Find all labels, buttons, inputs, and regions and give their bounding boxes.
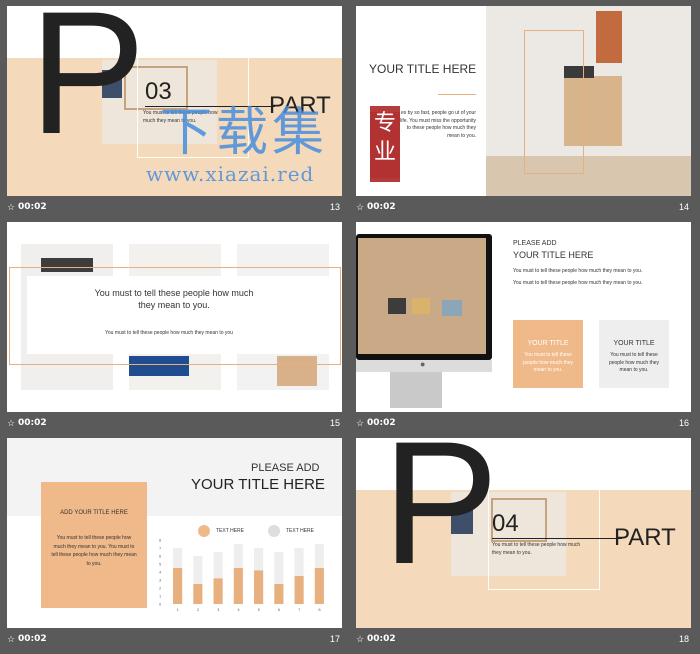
section-number: 04 — [492, 510, 519, 537]
y-tick-label: 2 — [159, 586, 162, 591]
star-icon: ☆ — [356, 634, 365, 644]
slide-18: P 04 PART You must to tell these people … — [356, 438, 691, 628]
y-tick-label: 1 — [159, 594, 162, 599]
slide-title: YOUR TITLE HERE — [369, 62, 477, 76]
slide-line-2: You must to tell these people how much t… — [513, 280, 643, 286]
part-label: PART — [614, 524, 676, 551]
slide-body: es by so fast, people go ut of your life… — [400, 110, 476, 139]
box2-body: You must to tell these people how much t… — [608, 352, 660, 373]
slide-line-1: You must to tell these people how much t… — [513, 268, 643, 274]
x-tick-label: 4 — [237, 607, 240, 612]
slide-number: 15 — [329, 418, 340, 428]
x-tick-label: 5 — [258, 607, 261, 612]
bar-value — [274, 584, 284, 604]
section-body: You must to tell these people how much t… — [492, 542, 581, 556]
y-tick-label: 8 — [159, 538, 162, 543]
slide-body: You must to tell these people how much t… — [105, 330, 233, 336]
x-tick-label: 6 — [278, 607, 281, 612]
slide-thumb-17[interactable]: PLEASE ADD YOUR TITLE HERE ADD YOUR TITL… — [7, 438, 342, 654]
slide-timing: 00:02 — [367, 634, 396, 644]
slide-number: 17 — [329, 634, 340, 644]
bar-chart: 0 1 2 3 4 5 6 7 8 1 2 3 4 5 6 7 8 — [159, 538, 324, 612]
star-icon: ☆ — [7, 634, 16, 644]
legend-label-1: TEXT HERE — [216, 528, 244, 534]
box1-title: YOUR TITLE — [527, 340, 569, 347]
slide-thumb-18[interactable]: P 04 PART You must to tell these people … — [356, 438, 691, 654]
slide-number: 18 — [678, 634, 689, 644]
y-tick-label: 4 — [159, 570, 162, 575]
slide-number: 16 — [678, 418, 689, 428]
watermark-seal-text: 专业 — [373, 111, 396, 165]
slide-16: ● PLEASE ADD YOUR TITLE HERE You must to… — [356, 222, 691, 412]
slide-kicker: PLEASE ADD — [251, 462, 320, 474]
slide-thumb-16[interactable]: ● PLEASE ADD YOUR TITLE HERE You must to… — [356, 222, 691, 438]
big-letter: P — [382, 438, 499, 601]
slide-footer: ☆ 00:02 16 — [356, 415, 691, 433]
star-icon: ☆ — [7, 418, 16, 428]
legend-dot-2 — [268, 525, 280, 537]
slide-thumb-14[interactable]: YOUR TITLE HERE es by so fast, people go… — [356, 6, 691, 222]
card-title: ADD YOUR TITLE HERE — [60, 510, 128, 516]
bar-value — [173, 568, 183, 604]
slide-kicker: PLEASE ADD — [513, 240, 557, 247]
slide-timing: 00:02 — [18, 418, 47, 428]
y-tick-label: 7 — [159, 546, 162, 551]
x-tick-label: 7 — [298, 607, 301, 612]
box1-body: You must to tell these people how much t… — [522, 352, 574, 373]
divider-line — [492, 538, 622, 539]
y-tick-label: 5 — [159, 562, 162, 567]
slide-footer: ☆ 00:02 17 — [7, 631, 342, 649]
slide-17: PLEASE ADD YOUR TITLE HERE ADD YOUR TITL… — [7, 438, 342, 628]
bar-value — [193, 584, 203, 604]
slide-footer: ☆ 00:02 14 — [356, 199, 691, 217]
x-tick-label: 3 — [217, 607, 220, 612]
title-underline — [438, 94, 476, 95]
bar-value — [314, 568, 324, 604]
x-tick-label: 2 — [197, 607, 200, 612]
bar-value — [294, 576, 304, 604]
y-tick-label: 0 — [159, 602, 162, 607]
slide-headline: You must to tell these people how much t… — [94, 288, 254, 310]
x-tick-label: 8 — [318, 607, 321, 612]
y-tick-label: 3 — [159, 578, 162, 583]
slide-timing: 00:02 — [18, 202, 47, 212]
slide-thumb-15[interactable]: You must to tell these people how much t… — [7, 222, 342, 438]
slide-footer: ☆ 00:02 18 — [356, 631, 691, 649]
card-body: You must to tell these people how much t… — [51, 535, 137, 567]
slide-footer: ☆ 00:02 13 — [7, 199, 342, 217]
slide-title: YOUR TITLE HERE — [513, 250, 594, 260]
star-icon: ☆ — [356, 418, 365, 428]
legend-label-2: TEXT HERE — [286, 528, 314, 534]
star-icon: ☆ — [7, 202, 16, 212]
slide-timing: 00:02 — [367, 202, 396, 212]
star-icon: ☆ — [356, 202, 365, 212]
slide-footer: ☆ 00:02 15 — [7, 415, 342, 433]
slide-title: YOUR TITLE HERE — [191, 476, 325, 493]
bar-value — [213, 578, 223, 604]
x-tick-label: 1 — [177, 607, 180, 612]
big-letter: P — [29, 6, 146, 171]
watermark-cn-text: 下载集 — [160, 103, 329, 163]
slide-15: You must to tell these people how much t… — [7, 222, 342, 412]
watermark-url: www.xiazai.red — [146, 162, 315, 186]
apple-icon: ● — [420, 359, 426, 369]
bar-value — [233, 568, 243, 604]
bar-value — [254, 570, 264, 604]
monitor-stand — [390, 372, 442, 408]
y-tick-label: 6 — [159, 554, 162, 559]
slide-number: 14 — [678, 202, 689, 212]
slide-14: YOUR TITLE HERE es by so fast, people go… — [356, 6, 691, 196]
slide-timing: 00:02 — [367, 418, 396, 428]
tall-frame — [524, 30, 584, 174]
monitor-screen — [358, 238, 486, 354]
slide-timing: 00:02 — [18, 634, 47, 644]
legend-dot-1 — [198, 525, 210, 537]
slide-number: 13 — [329, 202, 340, 212]
interior-photo — [486, 6, 691, 196]
box2-title: YOUR TITLE — [613, 340, 655, 347]
